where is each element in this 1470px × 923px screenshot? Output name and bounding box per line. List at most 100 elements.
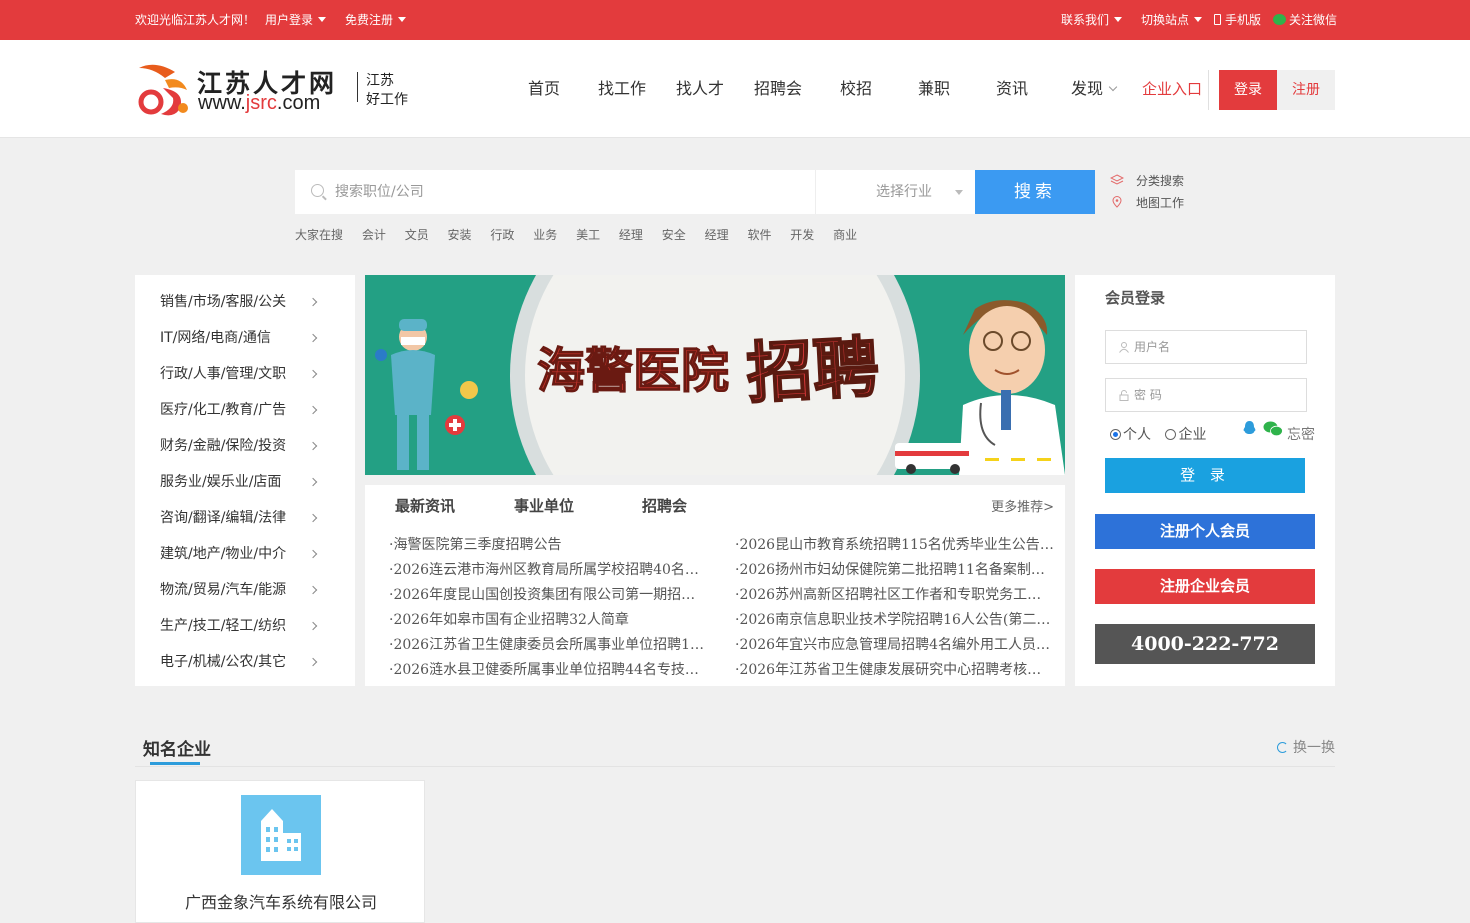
wechat-login-icon[interactable]	[1263, 421, 1283, 437]
mobile-label: 手机版	[1225, 13, 1262, 27]
switch-site-dropdown[interactable]: 切换站点	[1141, 12, 1203, 28]
logo-divider	[357, 72, 358, 102]
hot-term[interactable]: 安装	[448, 228, 472, 242]
hero-banner[interactable]: 海警医院 招聘	[365, 275, 1065, 475]
news-item[interactable]: ·2026昆山市教育系统招聘115名优秀毕业生公告(中	[735, 534, 1055, 554]
search-box	[295, 170, 815, 214]
category-item[interactable]: 服务业/娱乐业/店面	[160, 464, 320, 500]
category-item[interactable]: 行政/人事/管理/文职	[160, 356, 320, 392]
industry-select[interactable]: 选择行业	[815, 170, 975, 214]
header-divider	[1208, 70, 1209, 110]
mobile-link[interactable]: 手机版	[1214, 12, 1261, 28]
hot-searches: 大家在搜 会计 文员 安装 行政 业务 美工 经理 安全 经理 软件 开发 商业	[295, 226, 872, 243]
chevron-right-icon	[308, 657, 318, 667]
register-personal-button[interactable]: 注册个人会员	[1095, 514, 1315, 549]
svg-text:招聘: 招聘	[745, 328, 881, 413]
phone-icon	[1214, 14, 1221, 25]
company-logo	[241, 795, 321, 875]
news-item[interactable]: ·2026扬州市妇幼保健院第二批招聘11名备案制人…	[735, 559, 1055, 579]
famous-companies-title: 知名企业	[143, 740, 211, 760]
category-item[interactable]: IT/网络/电商/通信	[160, 320, 320, 356]
category-item[interactable]: 咨询/翻译/编辑/法律	[160, 500, 320, 536]
username-input[interactable]	[1134, 331, 1304, 363]
nav-campus[interactable]: 校招	[840, 40, 872, 138]
company-card[interactable]: 广西金象汽车系统有限公司	[135, 780, 425, 923]
news-item[interactable]: ·2026苏州高新区招聘社区工作者和专职党务工作…	[735, 584, 1055, 604]
hot-term[interactable]: 行政	[490, 228, 514, 242]
site-logo[interactable]: 江苏人才网 www.jsrc.com	[135, 58, 355, 120]
forgot-password-link[interactable]: 忘密	[1287, 424, 1315, 444]
category-item[interactable]: 建筑/地产/物业/中介	[160, 536, 320, 572]
hot-term[interactable]: 美工	[576, 228, 600, 242]
refresh-companies-button[interactable]: 换一换	[1277, 737, 1335, 757]
more-recommendations-link[interactable]: 更多推荐>	[991, 496, 1054, 515]
nav-discover[interactable]: 发现	[1071, 40, 1118, 138]
hot-term[interactable]: 会计	[362, 228, 386, 242]
tab-latest-news[interactable]: 最新资讯	[395, 495, 455, 516]
category-item[interactable]: 物流/贸易/汽车/能源	[160, 572, 320, 608]
logo-emblem-icon	[138, 64, 188, 116]
hot-term[interactable]: 经理	[619, 228, 643, 242]
section-underline	[150, 762, 200, 765]
member-login-panel: 会员登录 个人 企业 忘密 登 录 注册个人会员 注册企业会员 4000-222…	[1075, 275, 1335, 686]
user-login-dropdown[interactable]: 用户登录	[265, 12, 327, 28]
news-item[interactable]: ·2026年如皋市国有企业招聘32人简章	[389, 609, 709, 629]
news-item[interactable]: ·2026涟水县卫健委所属事业单位招聘44名专技人…	[389, 659, 709, 679]
chevron-right-icon	[308, 585, 318, 595]
news-item[interactable]: ·2026年宜兴市应急管理局招聘4名编外用工人员公告	[735, 634, 1055, 654]
header-register-button[interactable]: 注册	[1277, 70, 1335, 110]
password-field	[1105, 378, 1307, 412]
wechat-icon	[1273, 14, 1286, 25]
news-item[interactable]: ·2026连云港市海州区教育局所属学校招聘40名新…	[389, 559, 709, 579]
category-item[interactable]: 财务/金融/保险/投资	[160, 428, 320, 464]
hot-term[interactable]: 商业	[833, 228, 857, 242]
hot-term[interactable]: 经理	[705, 228, 729, 242]
category-item[interactable]: 生产/技工/轻工/纺织	[160, 608, 320, 644]
category-search-link[interactable]: 分类搜索	[1110, 173, 1184, 189]
logo-url: www.jsrc.com	[198, 92, 321, 114]
hot-term[interactable]: 软件	[747, 228, 771, 242]
nav-part-time[interactable]: 兼职	[918, 40, 950, 138]
nav-home[interactable]: 首页	[528, 40, 560, 138]
hot-term[interactable]: 业务	[533, 228, 557, 242]
tab-public-institutions[interactable]: 事业单位	[514, 495, 574, 516]
radio-unchecked-icon	[1165, 429, 1177, 440]
register-company-button[interactable]: 注册企业会员	[1095, 569, 1315, 604]
enterprise-entry-link[interactable]: 企业入口	[1142, 40, 1202, 138]
hot-term[interactable]: 安全	[662, 228, 686, 242]
nav-find-job[interactable]: 找工作	[598, 40, 646, 138]
contact-dropdown[interactable]: 联系我们	[1061, 12, 1123, 28]
nav-find-talent[interactable]: 找人才	[676, 40, 724, 138]
news-item[interactable]: ·2026江苏省卫生健康委员会所属事业单位招聘151人	[389, 634, 709, 654]
radio-company[interactable]: 企业	[1165, 427, 1206, 443]
switch-site-label: 切换站点	[1141, 13, 1190, 27]
refresh-icon	[1277, 742, 1288, 753]
follow-wechat-link[interactable]: 关注微信	[1273, 12, 1337, 28]
nav-news[interactable]: 资讯	[996, 40, 1028, 138]
password-input[interactable]	[1134, 379, 1304, 411]
svg-text:海警医院: 海警医院	[537, 343, 729, 399]
tab-job-fair[interactable]: 招聘会	[642, 495, 687, 516]
nav-job-fair[interactable]: 招聘会	[754, 40, 802, 138]
layers-icon	[1110, 174, 1124, 185]
news-item[interactable]: ·2026年度昆山国创投资集团有限公司第一期招聘1…	[389, 584, 709, 604]
search-input[interactable]	[335, 170, 805, 214]
header-login-button[interactable]: 登录	[1219, 70, 1277, 110]
news-item[interactable]: ·2026年江苏省卫生健康发展研究中心招聘考核公…	[735, 659, 1055, 679]
hot-term[interactable]: 文员	[405, 228, 429, 242]
map-jobs-link[interactable]: 地图工作	[1110, 195, 1184, 211]
news-item[interactable]: ·2026南京信息职业技术学院招聘16人公告(第二批)	[735, 609, 1055, 629]
search-button[interactable]: 搜索	[975, 170, 1095, 214]
category-item[interactable]: 销售/市场/客服/公关	[160, 284, 320, 320]
radio-personal[interactable]: 个人	[1110, 427, 1151, 443]
news-item[interactable]: ·海警医院第三季度招聘公告	[389, 534, 709, 554]
hot-term[interactable]: 开发	[790, 228, 814, 242]
qq-login-icon[interactable]	[1242, 420, 1257, 436]
login-submit-button[interactable]: 登 录	[1105, 458, 1305, 493]
free-register-dropdown[interactable]: 免费注册	[345, 12, 407, 28]
category-item[interactable]: 医疗/化工/教育/广告	[160, 392, 320, 428]
section-divider	[135, 766, 1335, 767]
category-item[interactable]: 电子/机械/公农/其它	[160, 644, 320, 680]
follow-wechat-label: 关注微信	[1289, 13, 1338, 27]
category-search-label: 分类搜索	[1136, 174, 1185, 188]
